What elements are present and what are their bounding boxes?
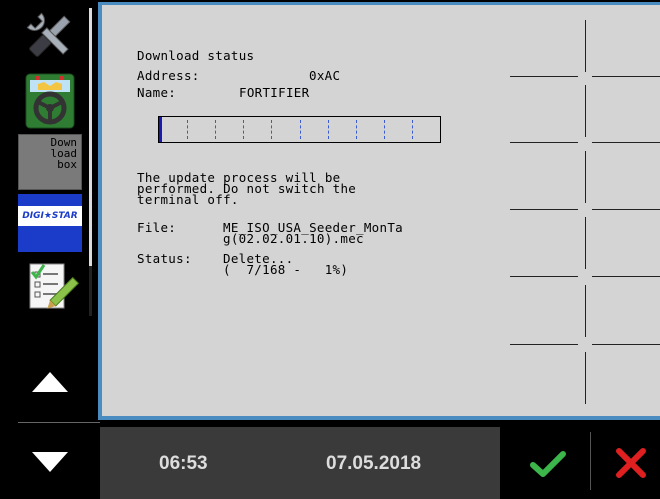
scroll-up-button[interactable] [28, 368, 72, 398]
checkmark-icon [530, 451, 566, 477]
name-value: FORTIFIER [239, 85, 310, 100]
scroll-down-button[interactable] [28, 446, 72, 476]
digistar-band-top [18, 194, 82, 206]
sidebar-divider [18, 422, 100, 423]
confirm-button[interactable] [528, 448, 568, 480]
softkey-divider [592, 344, 660, 345]
sidebar-scrollbar-thumb[interactable] [89, 8, 92, 266]
close-icon [616, 448, 646, 478]
warning-message: The update process will be performed. Do… [137, 170, 357, 207]
checklist-button[interactable] [18, 258, 82, 316]
progress-fill [159, 117, 162, 142]
progress-tick [384, 120, 385, 139]
page-title: Download status [137, 48, 255, 63]
footer-separator [590, 432, 591, 490]
softkey-divider [510, 344, 578, 345]
softkey-divider [585, 352, 586, 404]
softkey-divider [592, 142, 660, 143]
softkey-divider [510, 209, 578, 210]
progress-tick [356, 120, 357, 139]
softkey-divider [592, 276, 660, 277]
file-label: File: [137, 220, 177, 235]
arrow-down-icon [32, 452, 68, 472]
checklist-edit-icon [29, 263, 80, 309]
tools-icon [26, 12, 71, 57]
digistar-band-bottom [18, 226, 82, 252]
progress-tick [243, 120, 244, 139]
status-value: Delete... ( 7/168 - 1%) [223, 251, 349, 277]
progress-tick [412, 120, 413, 139]
digistar-label: DIGI★STAR [22, 211, 78, 221]
softkey-divider [510, 76, 578, 77]
softkey-divider [510, 276, 578, 277]
softkey-divider [585, 217, 586, 269]
sidebar: Down load box DIGI★STAR [0, 0, 100, 499]
gps-steering-icon [25, 73, 75, 129]
arrow-up-icon [32, 372, 68, 392]
cancel-button[interactable] [613, 446, 649, 480]
file-value: ME_ISO_USA_Seeder_MonTa g(02.02.01.10).m… [223, 220, 403, 246]
name-label: Name: [137, 85, 177, 100]
progress-tick [328, 120, 329, 139]
status-label: Status: [137, 251, 192, 266]
progress-tick [271, 120, 272, 139]
softkey-divider [592, 76, 660, 77]
tools-button[interactable] [18, 8, 82, 64]
progress-tick [187, 120, 188, 139]
softkey-divider [585, 151, 586, 203]
clock-time: 06:53 [159, 453, 208, 474]
download-progress-bar [158, 116, 441, 143]
softkey-divider [592, 209, 660, 210]
digistar-button[interactable]: DIGI★STAR [18, 194, 82, 252]
softkey-column [510, 5, 660, 416]
softkey-divider [585, 20, 586, 72]
progress-tick [215, 120, 216, 139]
softkey-divider [585, 285, 586, 337]
softkey-divider [510, 142, 578, 143]
clock-date: 07.05.2018 [326, 453, 422, 474]
download-box-button[interactable]: Down load box [18, 134, 82, 190]
gps-steering-button[interactable] [18, 72, 82, 130]
digistar-logo: DIGI★STAR [18, 206, 82, 226]
progress-tick [300, 120, 301, 139]
address-value: 0xAC [309, 68, 341, 83]
download-box-label: Down load box [50, 136, 78, 171]
softkey-divider [585, 85, 586, 137]
address-label: Address: [137, 68, 200, 83]
